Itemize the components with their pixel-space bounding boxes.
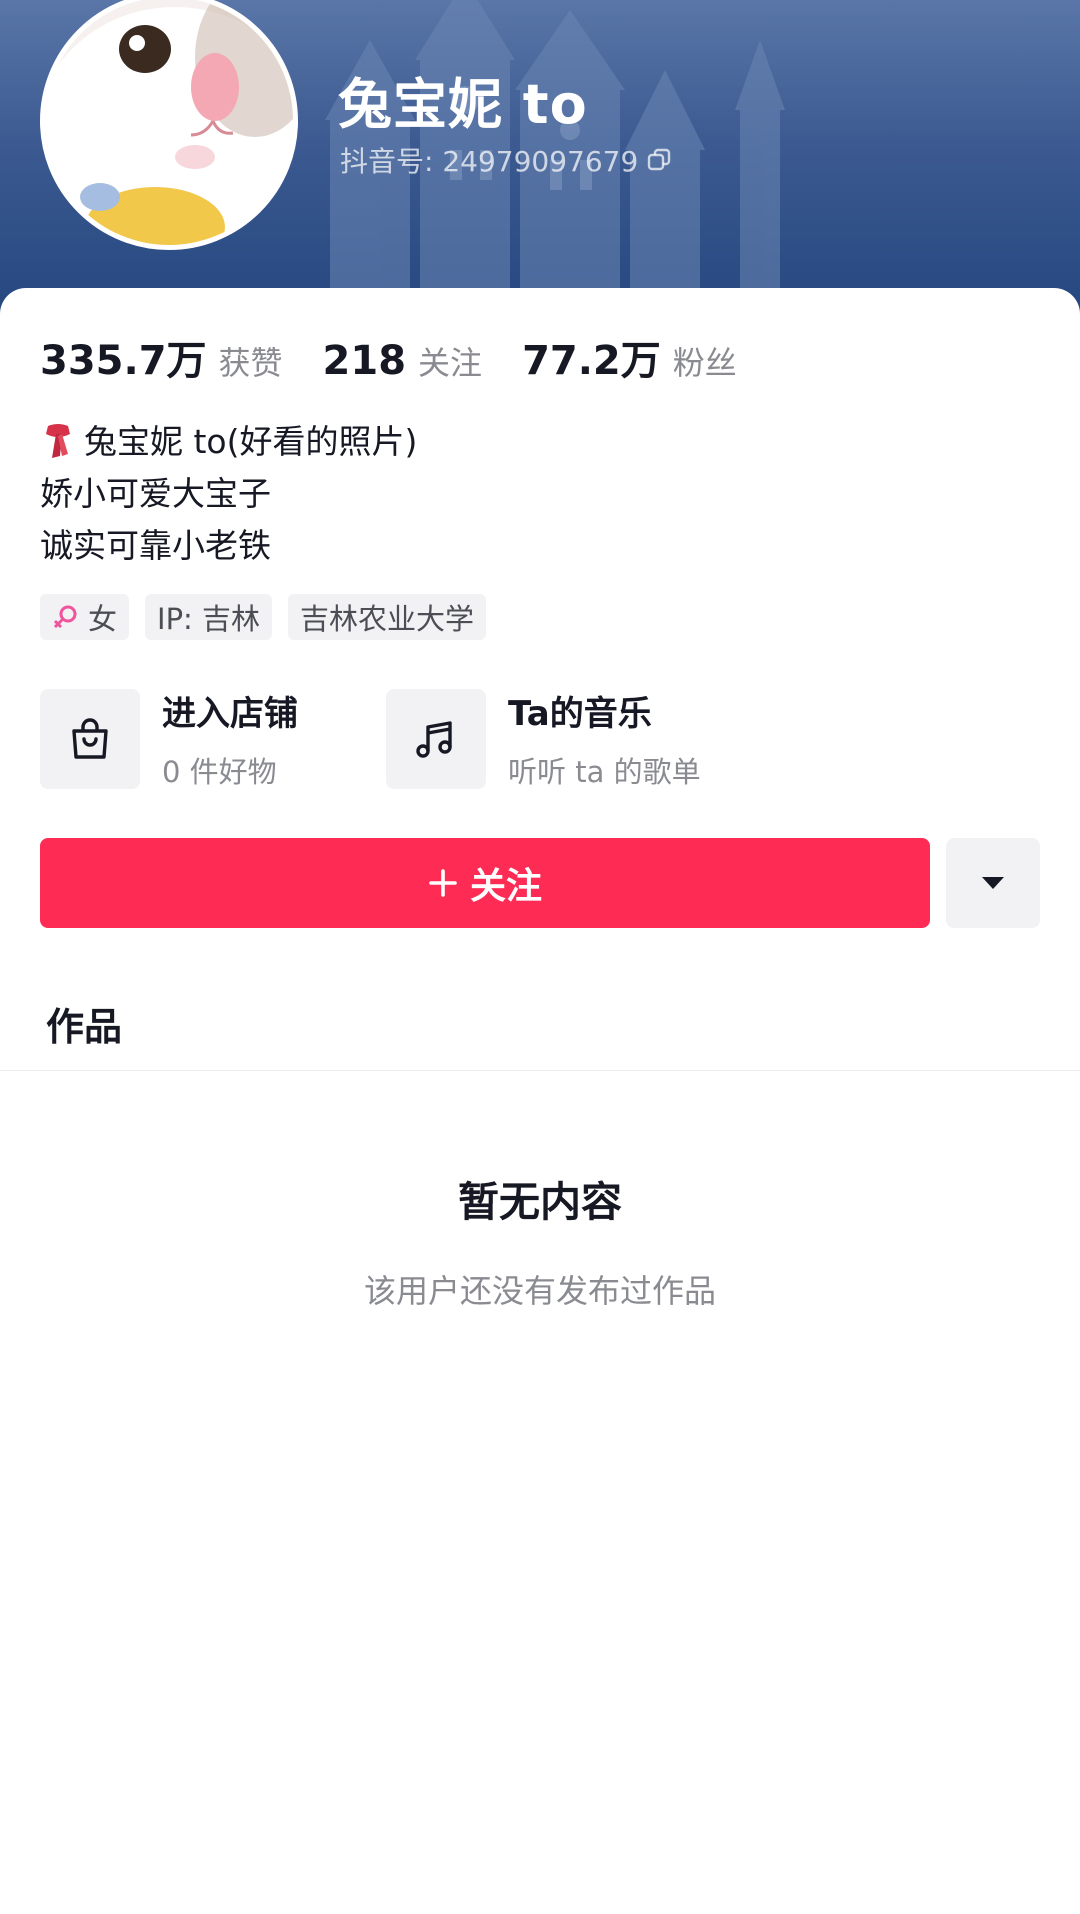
more-options-button[interactable] — [946, 838, 1040, 928]
stat-following-label: 关注 — [418, 344, 483, 382]
tab-works[interactable]: 作品 — [46, 996, 122, 1051]
profile-card: 335.7万 获赞 218 关注 77.2万 粉丝 兔宝妮 to(好看的照片) — [0, 288, 1080, 1914]
stat-likes-value: 335.7万 — [40, 338, 207, 384]
bio-line-1: 兔宝妮 to(好看的照片) — [40, 416, 417, 468]
caret-down-icon — [982, 877, 1004, 889]
music-entry[interactable]: Ta的音乐 听听 ta 的歌单 — [386, 686, 732, 791]
shop-entry-title: 进入店铺 — [162, 694, 298, 734]
tag-gender: 女 — [40, 594, 130, 640]
stat-followers-label: 粉丝 — [672, 344, 737, 382]
stat-likes-label: 获赞 — [218, 344, 283, 382]
stat-likes[interactable]: 335.7万 获赞 — [40, 328, 283, 386]
tag-school-label: 吉林农业大学 — [300, 602, 475, 636]
empty-state-subtitle: 该用户还没有发布过作品 — [363, 1272, 716, 1310]
scarf-icon — [46, 424, 70, 458]
action-row: 关注 — [40, 838, 1040, 928]
tags-row: 女 IP: 吉林 吉林农业大学 — [40, 594, 487, 640]
shopping-bag-icon — [72, 717, 108, 759]
avatar[interactable] — [40, 0, 298, 250]
follow-button[interactable]: 关注 — [40, 838, 930, 928]
plus-icon — [429, 869, 457, 897]
bio-line-3: 诚实可靠小老铁 — [40, 526, 271, 565]
entries-row: 进入店铺 0 件好物 Ta的音乐 听听 ta 的歌单 — [40, 686, 732, 791]
music-entry-subtitle: 听听 ta 的歌单 — [508, 755, 701, 789]
bio-line-2: 娇小可爱大宝子 — [40, 474, 271, 513]
stat-followers-value: 77.2万 — [522, 338, 661, 384]
follow-button-label: 关注 — [469, 866, 542, 907]
bio: 兔宝妮 to(好看的照片) 娇小可爱大宝子 诚实可靠小老铁 — [40, 416, 417, 572]
stat-following[interactable]: 218 关注 — [323, 338, 483, 384]
tag-school[interactable]: 吉林农业大学 — [288, 594, 487, 640]
female-icon — [53, 605, 77, 629]
douyin-id[interactable]: 抖音号: 24979097679 — [340, 140, 672, 180]
music-note-icon — [416, 720, 452, 758]
bio-line-1-text: 兔宝妮 to(好看的照片) — [84, 422, 418, 461]
music-entry-title: Ta的音乐 — [508, 694, 652, 734]
tab-divider — [0, 1070, 1080, 1071]
tag-gender-label: 女 — [88, 602, 118, 636]
profile-name: 兔宝妮 to — [338, 73, 588, 136]
cat-avatar-image — [45, 0, 293, 245]
shop-entry[interactable]: 进入店铺 0 件好物 — [40, 686, 386, 791]
shop-entry-icon-box — [40, 688, 140, 789]
douyin-id-text: 抖音号: 24979097679 — [340, 145, 639, 178]
tag-ip-label: IP: 吉林 — [157, 602, 261, 636]
stat-following-value: 218 — [322, 338, 407, 384]
tag-ip: IP: 吉林 — [145, 594, 273, 640]
profile-page: 兔宝妮 to 抖音号: 24979097679 335.7万 获赞 218 关注… — [0, 0, 1080, 1914]
shop-entry-subtitle: 0 件好物 — [162, 755, 277, 789]
stat-followers[interactable]: 77.2万 粉丝 — [522, 328, 737, 386]
copy-icon[interactable] — [646, 147, 672, 173]
music-entry-icon-box — [386, 688, 486, 789]
empty-state-title: 暂无内容 — [458, 1178, 622, 1226]
stats-row: 335.7万 获赞 218 关注 77.2万 粉丝 — [40, 328, 777, 386]
